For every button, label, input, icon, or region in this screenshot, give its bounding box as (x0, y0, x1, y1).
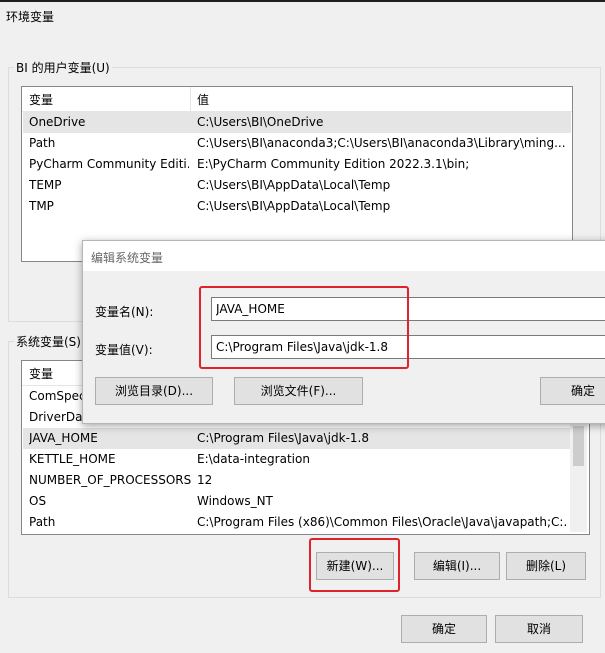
dialog-title: 编辑系统变量 (91, 251, 164, 265)
user-var-row[interactable]: TEMP C:\Users\BI\AppData\Local\Temp (23, 175, 571, 196)
sys-var-row[interactable]: NUMBER_OF_PROCESSORS 12 (23, 470, 571, 491)
cancel-button[interactable]: 取消 (495, 615, 583, 643)
ok-button[interactable]: 确定 (401, 615, 487, 643)
col-header-value[interactable]: 值 (197, 91, 209, 108)
delete-button[interactable]: 删除(L) (506, 552, 586, 580)
user-var-row[interactable]: PyCharm Community Editi... E:\PyCharm Co… (23, 154, 571, 175)
dialog-title-bar[interactable]: 编辑系统变量 (83, 241, 605, 271)
browse-directory-button[interactable]: 浏览目录(D)... (95, 377, 213, 405)
var-value: E:\PyCharm Community Edition 2022.3.1\bi… (197, 157, 470, 171)
col-header-name[interactable]: 变量 (29, 91, 53, 108)
var-name: JAVA_HOME (29, 431, 98, 445)
var-value: C:\Program Files\Java\jdk-1.8 (197, 431, 369, 445)
user-vars-group-label: BI 的用户变量(U) (14, 59, 112, 76)
title-bar-edge (0, 0, 605, 2)
var-value: C:\Users\BI\AppData\Local\Temp (197, 178, 391, 192)
sys-var-row[interactable]: KETTLE_HOME E:\data-integration (23, 449, 571, 470)
user-vars-list[interactable]: 变量 值 OneDrive C:\Users\BI\OneDrive Path … (21, 86, 573, 262)
dialog-fields-highlight (199, 286, 409, 369)
new-button-highlight (309, 538, 400, 592)
var-name: OS (29, 494, 47, 508)
var-value: Windows_NT (197, 494, 273, 508)
user-vars-header: 变量 值 (22, 87, 572, 112)
scrollbar-thumb[interactable] (573, 426, 584, 466)
window-title: 环境变量 (6, 10, 55, 24)
user-var-row[interactable]: TMP C:\Users\BI\AppData\Local\Temp (23, 196, 571, 217)
var-name: TMP (29, 199, 54, 213)
browse-file-button[interactable]: 浏览文件(F)... (234, 377, 363, 405)
sys-var-row[interactable]: OS Windows_NT (23, 491, 571, 512)
sys-vars-group-label: 系统变量(S) (14, 333, 83, 350)
user-var-row[interactable]: Path C:\Users\BI\anaconda3;C:\Users\BI\a… (23, 133, 571, 154)
var-value: C:\Program Files (x86)\Common Files\Orac… (197, 515, 567, 529)
edit-button[interactable]: 编辑(I)... (414, 552, 500, 580)
dialog-ok-button[interactable]: 确定 (540, 377, 605, 405)
var-value: C:\Users\BI\OneDrive (197, 115, 324, 129)
var-name: KETTLE_HOME (29, 452, 116, 466)
var-name: TEMP (29, 178, 62, 192)
var-value: E:\data-integration (197, 452, 310, 466)
var-value: 12 (197, 473, 213, 487)
sys-var-row[interactable]: JAVA_HOME C:\Program Files\Java\jdk-1.8 (23, 428, 571, 449)
var-name: Path (29, 136, 56, 150)
var-name: OneDrive (29, 115, 86, 129)
user-var-row[interactable]: OneDrive C:\Users\BI\OneDrive (23, 112, 571, 133)
variable-name-label: 变量名(N): (95, 305, 154, 319)
variable-value-label: 变量值(V): (95, 343, 153, 357)
var-name: PyCharm Community Editi... (29, 157, 189, 171)
var-name: Path (29, 515, 56, 529)
var-value: C:\Users\BI\AppData\Local\Temp (197, 199, 391, 213)
col-header-name[interactable]: 变量 (29, 365, 53, 382)
sys-var-row[interactable]: Path C:\Program Files (x86)\Common Files… (23, 512, 571, 533)
var-name: NUMBER_OF_PROCESSORS (29, 473, 192, 487)
var-value: C:\Users\BI\anaconda3;C:\Users\BI\anacon… (197, 136, 566, 150)
col-separator[interactable] (190, 87, 191, 111)
